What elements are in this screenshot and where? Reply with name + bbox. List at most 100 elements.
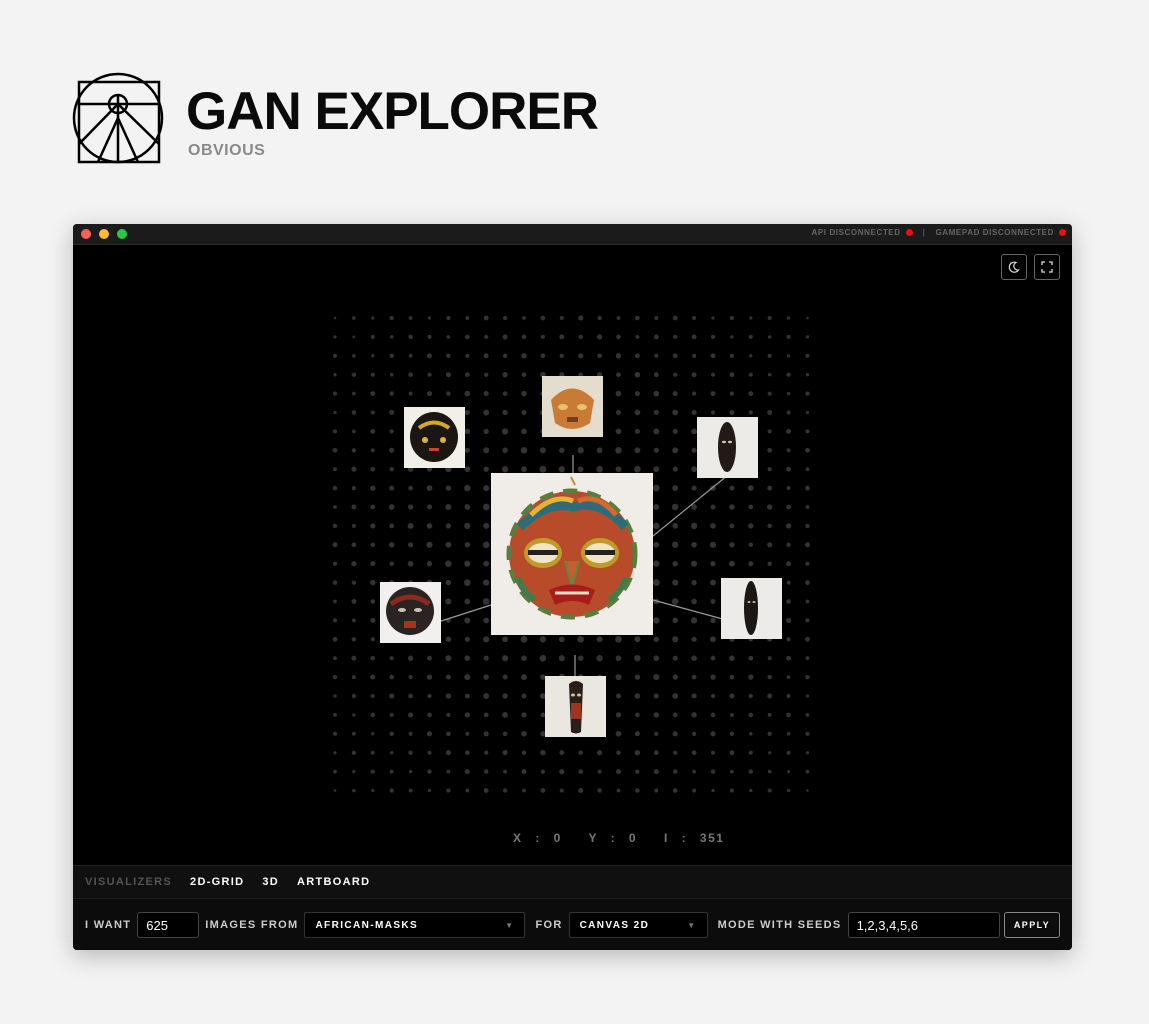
latent-grid-dot[interactable] (786, 316, 791, 320)
latent-grid-dot[interactable] (370, 410, 375, 415)
latent-grid-dot[interactable] (502, 788, 508, 793)
latent-grid-dot[interactable] (464, 484, 471, 492)
latent-grid-dot[interactable] (445, 674, 451, 680)
latent-grid-dot[interactable] (540, 712, 546, 718)
latent-grid-dot[interactable] (597, 769, 602, 774)
latent-grid-dot[interactable] (615, 674, 622, 681)
latent-grid-dot[interactable] (539, 654, 547, 662)
latent-grid-dot[interactable] (748, 504, 754, 510)
latent-grid-dot[interactable] (484, 750, 489, 755)
latent-grid-dot[interactable] (464, 636, 470, 642)
latent-grid-dot[interactable] (464, 712, 470, 718)
latent-grid-dot[interactable] (691, 485, 697, 491)
latent-grid-dot[interactable] (464, 522, 471, 530)
latent-grid-dot[interactable] (767, 693, 773, 699)
latent-grid-dot[interactable] (767, 353, 772, 358)
latent-grid-dot[interactable] (389, 769, 394, 774)
latent-grid-dot[interactable] (465, 316, 470, 320)
latent-grid-dot[interactable] (332, 618, 338, 623)
latent-grid-dot[interactable] (352, 335, 356, 339)
latent-grid-dot[interactable] (786, 788, 791, 793)
latent-grid-dot[interactable] (502, 334, 508, 340)
latent-grid-dot[interactable] (615, 353, 622, 359)
latent-grid-dot[interactable] (351, 410, 357, 415)
latent-grid-dot[interactable] (464, 447, 470, 453)
latent-grid-dot[interactable] (748, 410, 753, 415)
latent-grid-dot[interactable] (673, 750, 678, 755)
latent-grid-dot[interactable] (446, 353, 451, 359)
latent-grid-dot[interactable] (539, 465, 547, 473)
latent-grid-dot[interactable] (634, 750, 641, 756)
latent-grid-dot[interactable] (521, 334, 527, 340)
latent-grid-dot[interactable] (502, 409, 508, 416)
latent-grid-dot[interactable] (805, 391, 810, 396)
latent-grid-dot[interactable] (805, 410, 810, 415)
latent-grid-dot[interactable] (408, 712, 414, 718)
latent-grid-dot[interactable] (805, 373, 810, 377)
latent-grid-dot[interactable] (672, 315, 678, 321)
latent-grid-dot[interactable] (351, 637, 357, 642)
latent-grid-dot[interactable] (710, 617, 716, 624)
latent-grid-dot[interactable] (445, 693, 452, 699)
latent-grid-dot[interactable] (805, 713, 810, 717)
latent-grid-dot[interactable] (483, 447, 490, 454)
latent-grid-dot[interactable] (463, 579, 471, 586)
latent-grid-dot[interactable] (464, 334, 470, 340)
latent-grid-dot[interactable] (653, 447, 659, 453)
latent-grid-dot[interactable] (484, 334, 489, 339)
latent-grid-dot[interactable] (748, 769, 754, 774)
latent-grid-dot[interactable] (483, 693, 490, 699)
latent-grid-dot[interactable] (786, 675, 791, 679)
latent-grid-dot[interactable] (748, 542, 754, 548)
latent-grid-dot[interactable] (710, 504, 716, 510)
latent-grid-dot[interactable] (389, 656, 394, 661)
latent-grid-dot[interactable] (445, 579, 452, 586)
latent-grid-dot[interactable] (616, 750, 621, 755)
latent-grid-dot[interactable] (806, 789, 809, 792)
latent-grid-dot[interactable] (502, 674, 508, 680)
latent-grid-dot[interactable] (634, 636, 641, 643)
latent-grid-dot[interactable] (427, 372, 432, 377)
latent-grid-dot[interactable] (427, 693, 432, 699)
latent-grid-dot[interactable] (371, 788, 375, 793)
latent-grid-dot[interactable] (729, 542, 735, 548)
latent-grid-dot[interactable] (786, 617, 792, 623)
latent-grid-dot[interactable] (729, 674, 735, 680)
latent-grid-dot[interactable] (370, 561, 376, 567)
latent-grid-dot[interactable] (691, 447, 697, 453)
latent-grid-dot[interactable] (634, 465, 641, 473)
mask-bottom-thumb[interactable] (545, 676, 606, 737)
latent-grid-dot[interactable] (333, 769, 337, 774)
latent-grid-dot[interactable] (370, 655, 376, 661)
latent-grid-dot[interactable] (615, 635, 622, 643)
latent-grid-dot[interactable] (597, 788, 602, 793)
latent-grid-dot[interactable] (805, 335, 810, 339)
latent-grid-dot[interactable] (352, 788, 356, 793)
latent-grid-dot[interactable] (767, 542, 773, 548)
latent-grid-dot[interactable] (351, 750, 357, 755)
latent-grid-dot[interactable] (370, 617, 376, 623)
latent-grid-dot[interactable] (351, 485, 357, 491)
latent-grid-dot[interactable] (483, 674, 489, 680)
latent-grid-dot[interactable] (445, 503, 452, 511)
latent-grid-dot[interactable] (501, 466, 509, 473)
latent-grid-dot[interactable] (710, 334, 716, 339)
maximize-window-button[interactable] (117, 229, 127, 239)
latent-grid-dot[interactable] (634, 447, 641, 454)
latent-grid-dot[interactable] (653, 372, 659, 378)
latent-grid-dot[interactable] (748, 693, 753, 699)
latent-grid-dot[interactable] (653, 636, 659, 642)
latent-grid-dot[interactable] (767, 410, 773, 415)
latent-grid-dot[interactable] (805, 561, 810, 566)
latent-grid-dot[interactable] (426, 561, 433, 567)
latent-grid-dot[interactable] (653, 674, 660, 681)
latent-grid-dot[interactable] (672, 712, 678, 718)
latent-grid-dot[interactable] (501, 428, 509, 435)
latent-grid-dot[interactable] (483, 560, 490, 567)
latent-grid-dot[interactable] (559, 750, 565, 756)
latent-grid-dot[interactable] (370, 334, 375, 339)
latent-grid-dot[interactable] (805, 485, 810, 491)
latent-grid-dot[interactable] (786, 428, 792, 434)
latent-grid-dot[interactable] (691, 693, 697, 699)
latent-grid-dot[interactable] (332, 391, 338, 396)
